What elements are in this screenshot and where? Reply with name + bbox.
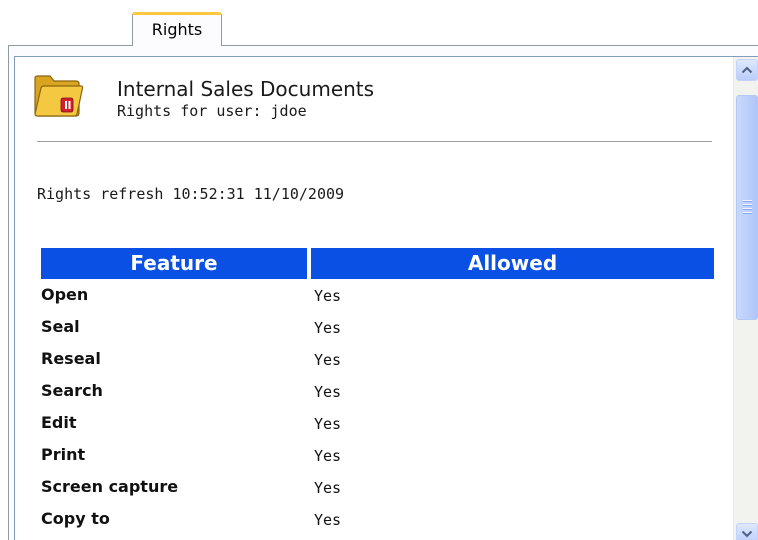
allowed-cell: Yes xyxy=(314,415,342,433)
tab-rights[interactable]: Rights xyxy=(132,12,222,46)
allowed-cell: Yes xyxy=(314,351,342,369)
feature-cell: Open xyxy=(41,285,89,304)
grip-line xyxy=(743,204,752,206)
grip-line xyxy=(743,212,752,214)
allowed-cell: Yes xyxy=(314,383,342,401)
folder-icon xyxy=(32,68,84,118)
feature-cell: Edit xyxy=(41,413,77,432)
scroll-down-button[interactable] xyxy=(736,523,758,540)
table-row: Edit Yes xyxy=(41,413,716,445)
column-header-feature: Feature xyxy=(41,248,307,279)
feature-cell: Print xyxy=(41,445,86,464)
table-body: Open Yes Seal Yes Reseal Yes Search Yes xyxy=(41,285,716,540)
feature-cell: Screen capture xyxy=(41,477,179,496)
grip-line xyxy=(743,208,752,210)
allowed-cell: Yes xyxy=(314,511,342,529)
feature-cell: Reseal xyxy=(41,349,101,368)
allowed-cell: Yes xyxy=(314,479,342,497)
rights-panel: Internal Sales Documents Rights for user… xyxy=(8,45,758,540)
rights-refresh-text: Rights refresh 10:52:31 11/10/2009 xyxy=(37,185,345,203)
table-row: Search Yes xyxy=(41,381,716,413)
divider xyxy=(37,141,712,142)
scroll-up-button[interactable] xyxy=(736,59,758,81)
feature-cell: Search xyxy=(41,381,103,400)
chevron-up-icon xyxy=(741,66,753,74)
table-row: Open Yes xyxy=(41,285,716,317)
table-row: Reseal Yes xyxy=(41,349,716,381)
chevron-down-icon xyxy=(741,530,753,538)
allowed-cell: Yes xyxy=(314,287,342,305)
grip-line xyxy=(743,200,752,202)
scrollbar-thumb[interactable] xyxy=(736,95,758,320)
tab-rights-label: Rights xyxy=(151,20,203,39)
allowed-cell: Yes xyxy=(314,319,342,337)
document-subtitle: Rights for user: jdoe xyxy=(117,102,307,120)
table-row: Copy to Yes xyxy=(41,509,716,540)
feature-cell: Seal xyxy=(41,317,80,336)
table-row: Screen capture Yes xyxy=(41,477,716,509)
document-title: Internal Sales Documents xyxy=(117,77,375,101)
column-header-allowed: Allowed xyxy=(311,248,714,279)
rights-table: Feature Allowed Open Yes Seal Yes Reseal… xyxy=(41,248,716,529)
rights-content: Internal Sales Documents Rights for user… xyxy=(14,56,758,540)
table-row: Seal Yes xyxy=(41,317,716,349)
table-header: Feature Allowed xyxy=(41,248,716,279)
rights-window: Rights Internal Sales Documents Rights f… xyxy=(0,0,758,540)
feature-cell: Copy to xyxy=(41,509,110,528)
allowed-cell: Yes xyxy=(314,447,342,465)
table-row: Print Yes xyxy=(41,445,716,477)
vertical-scrollbar[interactable] xyxy=(733,57,758,540)
